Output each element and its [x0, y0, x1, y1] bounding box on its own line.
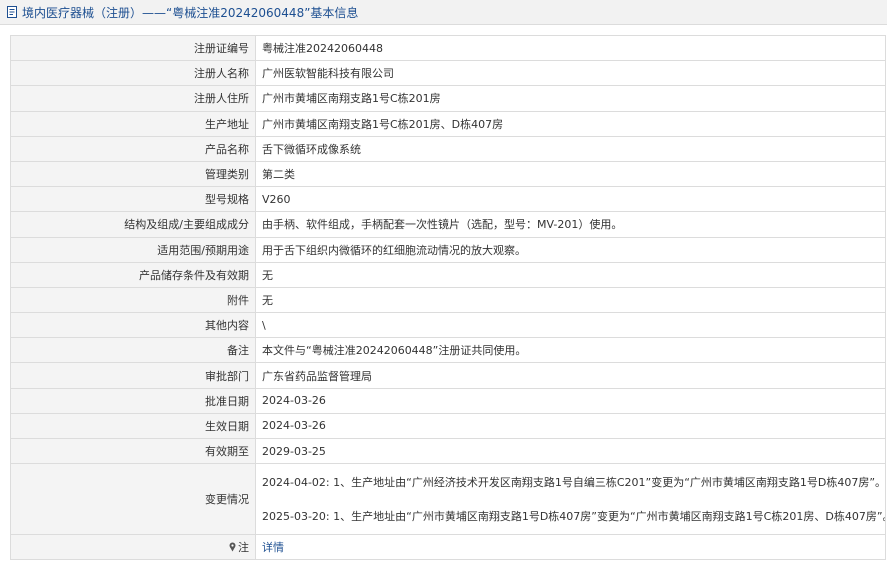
- table-row: 附件无: [10, 286, 886, 314]
- changes-label: 变更情况: [10, 463, 256, 536]
- table-row: 其他内容 \: [10, 312, 886, 339]
- row-label: 注册人住所: [10, 85, 256, 112]
- row-label: 产品名称: [10, 135, 256, 162]
- change-entry: 2024-04-02: 1、生产地址由“广州经济技术开发区南翔支路1号自编三栋C…: [262, 475, 886, 489]
- row-label: 适用范围/预期用途: [10, 236, 256, 263]
- page-header: 境内医疗器械（注册）——“粤械注准20242060448”基本信息: [0, 0, 887, 25]
- table-row: 生产地址 广州市黄埔区南翔支路1号C栋201房、D栋407房: [10, 110, 886, 137]
- row-value: 广州医软智能科技有限公司: [255, 60, 886, 87]
- row-value: 本文件与“粤械注准20242060448”注册证共同使用。: [255, 337, 886, 364]
- row-label: 有效期至: [10, 437, 256, 465]
- row-label: 附件: [10, 286, 256, 314]
- row-value: 舌下微循环成像系统: [255, 135, 886, 162]
- row-value: 2024-03-26: [255, 387, 886, 414]
- pin-icon: [228, 542, 237, 552]
- row-value: \: [255, 312, 886, 339]
- row-label: 生产地址: [10, 110, 256, 137]
- row-value: 2024-03-26: [255, 412, 886, 440]
- table-row: 有效期至 2029-03-25: [10, 437, 886, 465]
- row-value: 无: [255, 261, 886, 288]
- change-entry: 2025-03-20: 1、生产地址由“广州市黄埔区南翔支路1号D栋407房”变…: [262, 509, 886, 523]
- document-icon: [6, 5, 19, 19]
- note-label: 注: [238, 541, 249, 555]
- row-label: 注册证编号: [10, 34, 256, 62]
- row-label: 型号规格: [10, 186, 256, 213]
- row-label: 备注: [10, 337, 256, 364]
- table-row: 注册人住所 广州市黄埔区南翔支路1号C栋201房: [10, 85, 886, 112]
- table-row: 批准日期 2024-03-26: [10, 387, 886, 414]
- table-row: 管理类别 第二类: [10, 160, 886, 188]
- changes-row: 变更情况 2024-04-02: 1、生产地址由“广州经济技术开发区南翔支路1号…: [10, 463, 886, 536]
- table-row: 注册证编号 粤械注准20242060448: [10, 34, 886, 62]
- row-label: 其他内容: [10, 312, 256, 339]
- row-value: V260: [255, 186, 886, 213]
- table-row: 产品储存条件及有效期无: [10, 261, 886, 288]
- page-title: 境内医疗器械（注册）——“粤械注准20242060448”基本信息: [22, 5, 359, 20]
- info-table: 注册证编号 粤械注准20242060448 注册人名称 广州医软智能科技有限公司 注…: [10, 34, 886, 561]
- table-row: 结构及组成/主要组成成分 由手柄、软件组成，手柄配套一次性镜片（选配，型号：MV-…: [10, 211, 886, 238]
- table-row: 备注 本文件与“粤械注准20242060448”注册证共同使用。: [10, 337, 886, 364]
- changes-value: 2024-04-02: 1、生产地址由“广州经济技术开发区南翔支路1号自编三栋C…: [255, 463, 886, 536]
- details-link[interactable]: 详情: [262, 541, 284, 554]
- row-value: 用于舌下组织内微循环的红细胞流动情况的放大观察。: [255, 236, 886, 263]
- note-row: 注 详情: [10, 534, 886, 561]
- row-label: 注册人名称: [10, 60, 256, 87]
- table-row: 适用范围/预期用途 用于舌下组织内微循环的红细胞流动情况的放大观察。: [10, 236, 886, 263]
- row-label: 批准日期: [10, 387, 256, 414]
- row-value: 粤械注准20242060448: [255, 34, 886, 62]
- table-row: 生效日期 2024-03-26: [10, 412, 886, 440]
- row-value: 广东省药品监督管理局: [255, 362, 886, 389]
- row-value: 广州市黄埔区南翔支路1号C栋201房、D栋407房: [255, 110, 886, 137]
- row-value: 无: [255, 286, 886, 314]
- row-value: 第二类: [255, 160, 886, 188]
- row-value: 由手柄、软件组成，手柄配套一次性镜片（选配，型号：MV-201）使用。: [255, 211, 886, 238]
- table-row: 型号规格 V260: [10, 186, 886, 213]
- note-value: 详情: [255, 534, 886, 561]
- table-row: 注册人名称 广州医软智能科技有限公司: [10, 60, 886, 87]
- row-label: 产品储存条件及有效期: [10, 261, 256, 288]
- table-row: 产品名称 舌下微循环成像系统: [10, 135, 886, 162]
- row-value: 2029-03-25: [255, 437, 886, 465]
- note-label-cell: 注: [10, 534, 256, 561]
- row-label: 生效日期: [10, 412, 256, 440]
- table-row: 审批部门 广东省药品监督管理局: [10, 362, 886, 389]
- row-label: 审批部门: [10, 362, 256, 389]
- row-label: 管理类别: [10, 160, 256, 188]
- row-value: 广州市黄埔区南翔支路1号C栋201房: [255, 85, 886, 112]
- row-label: 结构及组成/主要组成成分: [10, 211, 256, 238]
